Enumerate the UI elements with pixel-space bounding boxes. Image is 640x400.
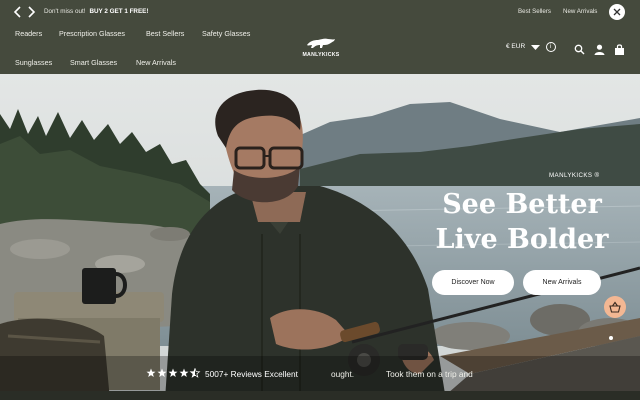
star-icon	[179, 368, 189, 377]
rewards-button[interactable]	[604, 296, 626, 318]
star-icon	[146, 368, 156, 377]
close-icon	[613, 8, 621, 16]
slide-indicator-dot[interactable]	[609, 336, 613, 340]
search-icon[interactable]	[574, 42, 585, 55]
brand-logo[interactable]: MANLYKICKS	[298, 35, 344, 59]
star-icon	[157, 368, 167, 377]
new-arrivals-button[interactable]: New Arrivals	[523, 270, 601, 295]
discover-now-button[interactable]: Discover Now	[432, 270, 514, 295]
promo-offer[interactable]: BUY 2 GET 1 FREE!	[89, 8, 148, 15]
panther-icon	[307, 38, 335, 48]
currency-selector[interactable]: € EUR	[506, 43, 525, 50]
basket-icon	[609, 301, 621, 313]
nav-item-smart-glasses[interactable]: Smart Glasses	[70, 58, 117, 67]
bag-icon[interactable]	[614, 42, 625, 55]
star-icon	[168, 368, 178, 377]
logo-text: MANLYKICKS	[302, 52, 340, 58]
nav-item-safety-glasses[interactable]: Safety Glasses	[202, 29, 250, 38]
close-button[interactable]	[609, 4, 625, 20]
nav-item-readers[interactable]: Readers	[15, 29, 42, 38]
chevron-down-icon[interactable]	[530, 43, 541, 51]
utility-link-best-sellers[interactable]: Best Sellers	[518, 8, 551, 15]
reviews-summary[interactable]: 5007+ Reviews Excellent	[205, 369, 298, 379]
chevron-left-icon[interactable]	[12, 5, 24, 19]
hero-banner: MANLYKICKS ® See Better Live Bolder Disc…	[0, 74, 640, 400]
hero-headline-line2: Live Bolder	[435, 224, 609, 255]
promo-prefix: Don't miss out!	[44, 8, 86, 15]
announcement-bar: Don't miss out! BUY 2 GET 1 FREE! Best Se…	[0, 0, 640, 24]
info-icon[interactable]: i	[546, 42, 556, 52]
review-ticker-quote: Took them on a trip and	[386, 369, 473, 379]
promo-text: Don't miss out! BUY 2 GET 1 FREE!	[44, 8, 148, 15]
hero-headline-line1: See Better	[442, 189, 602, 220]
hero-bottom-strip	[0, 391, 640, 400]
star-rating	[146, 368, 201, 378]
nav-item-new-arrivals[interactable]: New Arrivals	[136, 58, 176, 67]
hero-brand: MANLYKICKS ®	[549, 172, 600, 179]
nav-item-sunglasses[interactable]: Sunglasses	[15, 58, 52, 67]
site-header: Don't miss out! BUY 2 GET 1 FREE! Best Se…	[0, 0, 640, 74]
nav-item-prescription-glasses[interactable]: Prescription Glasses	[59, 29, 125, 38]
reviews-bar: 5007+ Reviews Excellent ought. Took them…	[0, 362, 640, 388]
chevron-right-icon[interactable]	[25, 5, 37, 19]
review-ticker-fragment: ought.	[331, 369, 355, 379]
nav-item-best-sellers[interactable]: Best Sellers	[146, 29, 184, 38]
utility-link-new-arrivals[interactable]: New Arrivals	[563, 8, 597, 15]
user-icon[interactable]	[594, 42, 605, 55]
